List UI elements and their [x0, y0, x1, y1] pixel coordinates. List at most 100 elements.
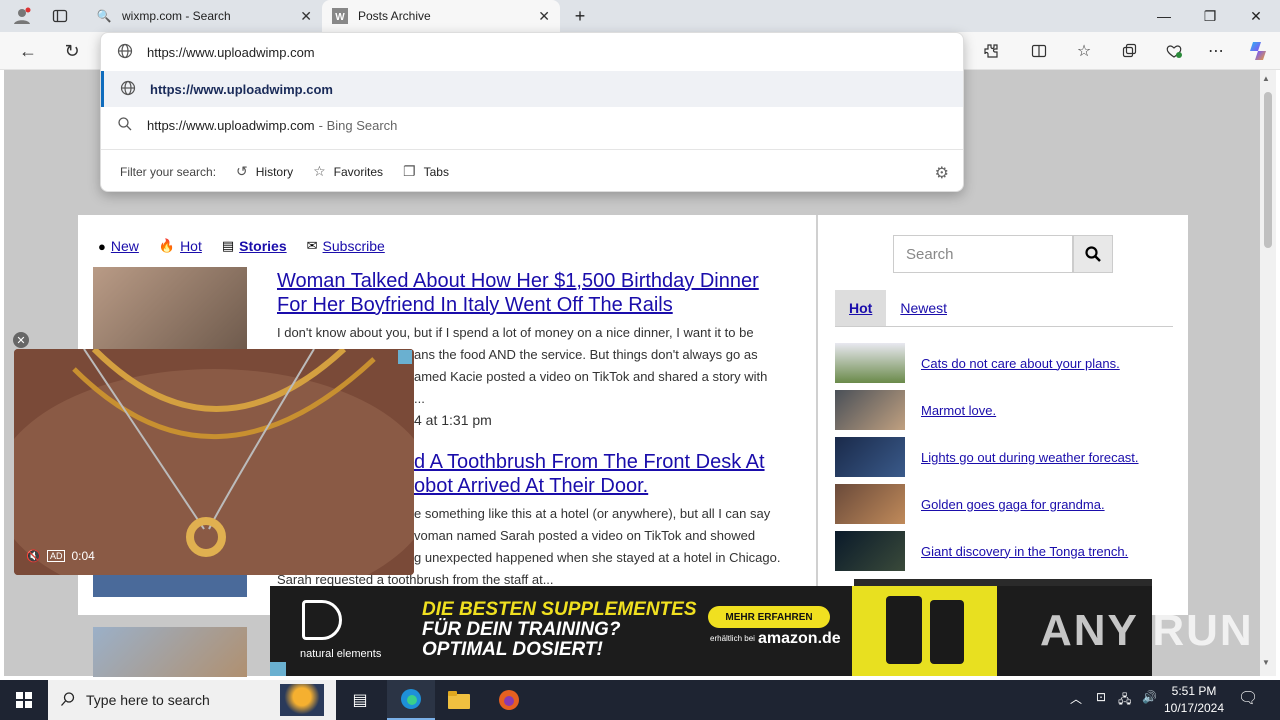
article-thumbnail[interactable]: [93, 627, 247, 677]
notifications-icon[interactable]: 🗨: [1238, 688, 1258, 708]
nav-new[interactable]: ● New: [98, 238, 139, 254]
sidebar-tabs: Hot Newest: [835, 290, 1173, 327]
filter-favorites[interactable]: ☆ Favorites: [313, 163, 383, 180]
mute-icon[interactable]: 🔇: [26, 549, 41, 563]
sidebar-thumbnail: [835, 437, 905, 477]
brand-logo-icon: [302, 600, 342, 640]
profile-icon[interactable]: [8, 2, 36, 30]
scrollbar-thumb[interactable]: [1264, 92, 1272, 248]
gear-icon[interactable]: ⚙: [935, 163, 949, 183]
tab-posts-archive[interactable]: W Posts Archive ✕: [322, 0, 560, 32]
search-icon: 🔍: [96, 9, 112, 23]
suggestion-bing-search[interactable]: https://www.uploadwimp.com - Bing Search: [101, 107, 963, 143]
article-thumbnail[interactable]: [93, 267, 247, 352]
reload-icon[interactable]: ↻: [58, 37, 86, 65]
article-excerpt: ...: [414, 391, 425, 406]
nav-hot-link[interactable]: Hot: [180, 238, 202, 254]
tab-hot[interactable]: Hot: [835, 290, 887, 326]
filter-history[interactable]: ↺ History: [236, 163, 293, 180]
file-explorer-icon[interactable]: [435, 680, 483, 720]
scroll-down-icon[interactable]: ▼: [1262, 658, 1270, 667]
product-bottle: [930, 600, 964, 664]
sidebar-link[interactable]: Lights go out during weather forecast.: [921, 450, 1139, 465]
split-screen-icon[interactable]: [1025, 37, 1053, 65]
article-title[interactable]: Woman Talked About How Her $1,500 Birthd…: [277, 269, 797, 317]
close-tab-icon[interactable]: ✕: [538, 8, 550, 25]
envelope-icon: ✉: [306, 238, 318, 253]
sidebar-search-input[interactable]: Search: [893, 235, 1073, 273]
weather-widget-icon[interactable]: [280, 684, 324, 716]
suggestion-label: https://www.uploadwimp.com: [150, 81, 333, 97]
adchoices-icon[interactable]: [398, 350, 412, 364]
minimize-button[interactable]: —: [1141, 0, 1187, 32]
network-icon[interactable]: 🖧: [1118, 690, 1131, 711]
article-thumbnail[interactable]: [93, 575, 247, 597]
floating-video-ad[interactable]: 🔇 AD 0:04: [14, 349, 414, 575]
filter-tabs[interactable]: ❐ Tabs: [403, 163, 449, 180]
tab-newest[interactable]: Newest: [886, 290, 961, 326]
nav-stories[interactable]: ▤ Stories: [222, 238, 287, 254]
nav-subscribe-link[interactable]: Subscribe: [323, 238, 385, 254]
scroll-up-icon[interactable]: ▲: [1262, 74, 1270, 83]
task-view-icon[interactable]: ▤: [336, 680, 384, 720]
taskbar-clock[interactable]: 5:51 PM 10/17/2024: [1160, 683, 1228, 717]
close-window-button[interactable]: ✕: [1233, 0, 1279, 32]
sidebar-item[interactable]: Golden goes gaga for grandma.: [835, 484, 1105, 524]
sidebar-link[interactable]: Giant discovery in the Tonga trench.: [921, 544, 1128, 559]
suggestion-url[interactable]: https://www.uploadwimp.com: [101, 71, 963, 107]
adchoices-icon[interactable]: [270, 662, 286, 676]
nav-new-link[interactable]: New: [111, 238, 139, 254]
security-icon[interactable]: ⊡: [1096, 690, 1106, 704]
copilot-icon[interactable]: [1244, 37, 1272, 65]
taskbar-search-input[interactable]: Type here to search: [48, 680, 336, 720]
collections-icon[interactable]: [1115, 37, 1143, 65]
back-icon[interactable]: ←: [14, 37, 42, 65]
new-tab-button[interactable]: +: [566, 0, 594, 32]
video-time: 0:04: [71, 549, 95, 563]
search-button[interactable]: [1073, 235, 1113, 273]
product-bottle: [886, 596, 922, 664]
nav-subscribe[interactable]: ✉ Subscribe: [307, 238, 385, 254]
firefox-icon[interactable]: [485, 680, 533, 720]
volume-icon[interactable]: 🔊: [1142, 690, 1157, 704]
browser-essentials-icon[interactable]: [1160, 37, 1188, 65]
sidebar-link[interactable]: Marmot love.: [921, 403, 996, 418]
sidebar-thumbnail: [835, 484, 905, 524]
tab-actions-icon[interactable]: [46, 2, 74, 30]
settings-more-icon[interactable]: ⋯: [1202, 37, 1230, 65]
banner-ad[interactable]: natural elements DIE BESTEN SUPPLEMENTES…: [270, 586, 1152, 676]
sidebar-thumbnail: [835, 343, 905, 383]
video-frame: [14, 349, 414, 575]
clock-icon: ●: [98, 238, 106, 254]
article-date: 4 at 1:31 pm: [414, 412, 492, 428]
sidebar-thumbnail: [835, 531, 905, 571]
address-input[interactable]: https://www.uploadwimp.com: [147, 45, 315, 60]
maximize-button[interactable]: ❐: [1187, 0, 1233, 32]
article-excerpt: voman named Sarah posted a video on TikT…: [414, 528, 756, 543]
globe-icon: [117, 43, 133, 62]
tab-search[interactable]: 🔍 wixmp.com - Search ✕: [86, 0, 322, 32]
sidebar-item[interactable]: Lights go out during weather forecast.: [835, 437, 1139, 477]
address-bar[interactable]: https://www.uploadwimp.com: [101, 33, 963, 71]
show-hidden-icons[interactable]: ︿: [1070, 690, 1082, 707]
nav-hot[interactable]: 🔥 Hot: [159, 238, 202, 254]
nav-stories-link[interactable]: Stories: [239, 238, 286, 254]
windows-start-icon[interactable]: [0, 680, 48, 720]
close-ad-icon[interactable]: ✕: [13, 332, 29, 348]
sidebar-link[interactable]: Golden goes gaga for grandma.: [921, 497, 1105, 512]
sidebar-item[interactable]: Giant discovery in the Tonga trench.: [835, 531, 1128, 571]
sidebar-item[interactable]: Marmot love.: [835, 390, 996, 430]
favorites-icon[interactable]: ☆: [1070, 37, 1098, 65]
sidebar-link[interactable]: Cats do not care about your plans.: [921, 356, 1120, 371]
newspaper-icon: ▤: [221, 238, 235, 253]
article-excerpt: g unexpected happened when she stayed at…: [414, 550, 781, 565]
close-tab-icon[interactable]: ✕: [300, 8, 312, 25]
banner-headline: DIE BESTEN SUPPLEMENTES FÜR DEIN TRAININ…: [422, 599, 697, 660]
sidebar-item[interactable]: Cats do not care about your plans.: [835, 343, 1120, 383]
anyrun-watermark: ANY RUN: [1040, 606, 1254, 655]
article-excerpt: amed Kacie posted a video on TikTok and …: [414, 369, 768, 384]
extensions-icon[interactable]: [977, 37, 1005, 65]
article-title[interactable]: d A Toothbrush From The Front Desk At obo…: [414, 450, 814, 498]
banner-cta-button[interactable]: MEHR ERFAHREN: [708, 606, 830, 628]
edge-taskbar-icon[interactable]: [387, 680, 435, 720]
